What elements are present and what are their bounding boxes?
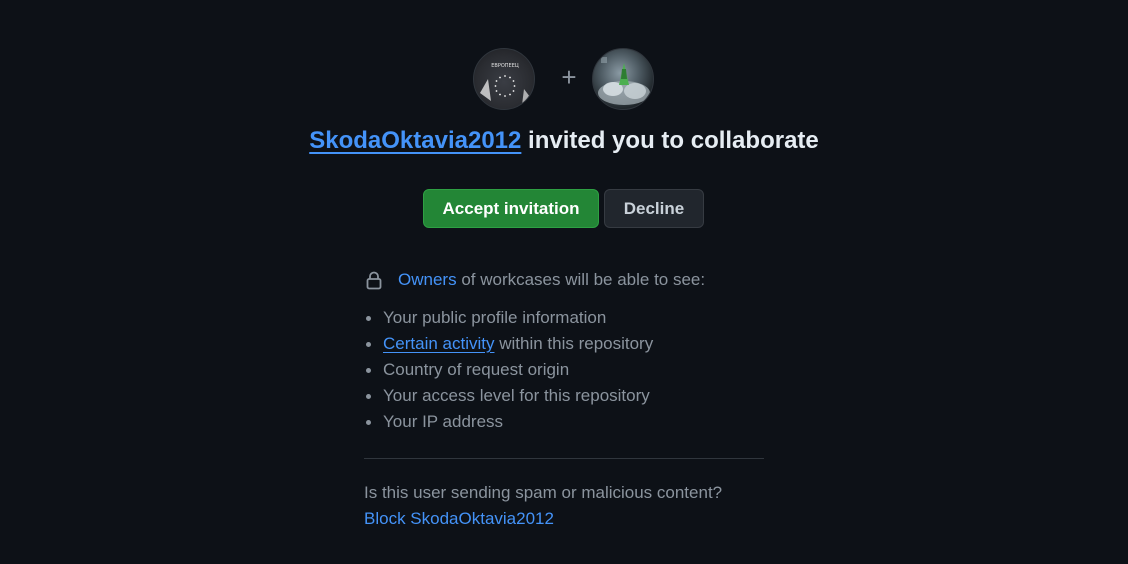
list-item-text: within this repository [499,334,654,353]
lock-icon [366,271,382,290]
list-item-text: Your public profile information [383,308,607,327]
repository-avatar-image [598,57,650,105]
visibility-notice: Owners of workcases will be able to see: [364,266,784,294]
title-text: invited you to collaborate [528,127,819,154]
block-user-link[interactable]: Block SkodaOktavia2012 [364,506,554,532]
visible-info-list: Your public profile information Certain … [364,305,784,435]
certain-activity-link[interactable]: Certain activity [383,334,494,353]
inviter-profile-link[interactable]: SkodaOktavia2012 [309,127,521,154]
list-item-text: Your IP address [383,412,504,431]
avatars-row: ЕВРОПЕЕЦ + [0,48,1128,110]
accept-invitation-button[interactable]: Accept invitation [423,189,599,228]
divider [364,458,764,459]
list-item-text: Your access level for this repository [383,386,650,405]
list-item: Certain activity within this repository [364,331,784,357]
spam-question: Is this user sending spam or malicious c… [364,483,723,502]
inviter-avatar-image: ЕВРОПЕЕЦ [480,63,530,105]
decline-button[interactable]: Decline [604,189,704,228]
repository-avatar[interactable] [592,48,654,110]
list-item: Country of request origin [364,357,784,383]
list-item: Your IP address [364,409,784,435]
page-title: SkodaOktavia2012 invited you to collabor… [0,124,1128,158]
owners-link[interactable]: Owners [398,270,457,289]
owners-description: of workcases will be able to see: [461,270,706,289]
plus-icon: + [561,62,577,92]
inviter-avatar[interactable]: ЕВРОПЕЕЦ [473,48,535,110]
list-item: Your public profile information [364,305,784,331]
list-item-text: Country of request origin [383,360,570,379]
invitation-page: ЕВРОПЕЕЦ + SkodaOktavia2012 invited you … [0,0,1128,564]
visibility-text: Owners of workcases will be able to see: [398,266,705,294]
list-item: Your access level for this repository [364,383,784,409]
inviter-avatar-text: ЕВРОПЕЕЦ [491,63,519,69]
